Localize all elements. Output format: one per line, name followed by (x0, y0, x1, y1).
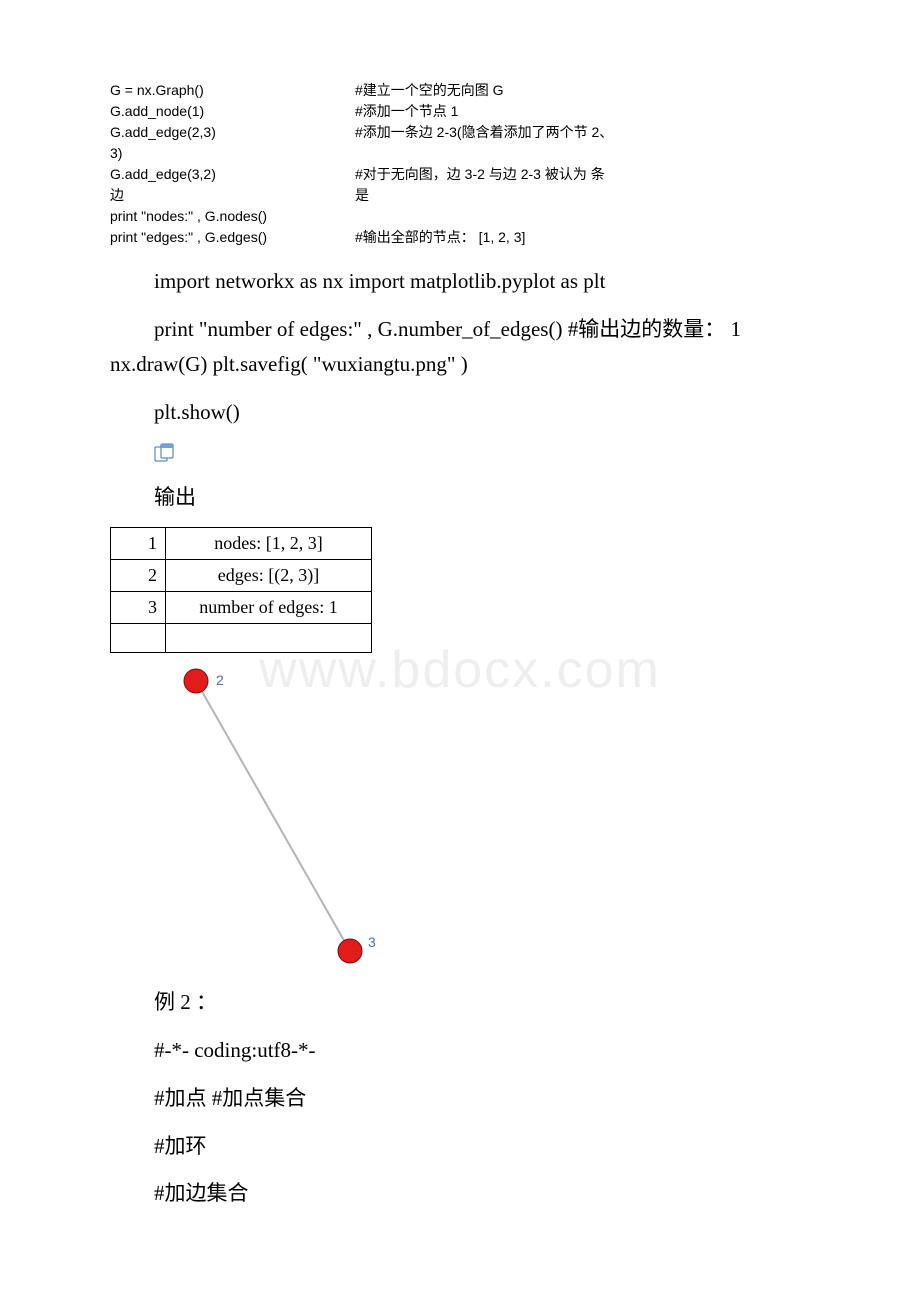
graph-node-3 (338, 939, 362, 963)
code-comment: #对于无向图，边 3-2 与边 2-3 被认为 条 (355, 164, 810, 185)
code-line: #-*- coding:utf8-*- (110, 1033, 810, 1069)
row-value: nodes: [1, 2, 3] (166, 528, 372, 560)
paragraph-import: import networkx as nx import matplotlib.… (110, 264, 810, 300)
graph-node-3-label: 3 (368, 934, 376, 950)
code-left: print "nodes:" , G.nodes() (110, 206, 355, 227)
code-line: #加点 #加点集合 (110, 1081, 810, 1117)
code-comment: #建立一个空的无向图 G (355, 80, 810, 101)
row-index: 3 (111, 592, 166, 624)
graph-node-2 (184, 669, 208, 693)
table-row: 2 edges: [(2, 3)] (111, 560, 372, 592)
row-value: number of edges: 1 (166, 592, 372, 624)
code-left: print "edges:" , G.edges() (110, 227, 355, 248)
code-left: G.add_edge(3,2) (110, 164, 355, 185)
code-comment: #输出全部的节点： [1, 2, 3] (355, 227, 810, 248)
empty-cell (166, 624, 372, 653)
copy-icon (154, 443, 176, 463)
example-label: 例 2 ： (110, 985, 810, 1021)
code-line: #加边集合 (110, 1176, 810, 1212)
table-row: 3 number of edges: 1 (111, 592, 372, 624)
code-block-top: G = nx.Graph()#建立一个空的无向图 G G.add_node(1)… (110, 80, 810, 248)
code-left: G.add_node(1) (110, 101, 355, 122)
code-left: 3) (110, 143, 355, 164)
code-line: #加环 (110, 1129, 810, 1165)
code-comment: #添加一条边 2-3(隐含着添加了两个节 2、 (355, 122, 810, 143)
output-label: 输出 (110, 480, 810, 516)
paragraph-pltshow: plt.show() (110, 395, 810, 431)
code-comment: 是 (355, 185, 810, 206)
code-left: 边 (110, 185, 355, 206)
code-comment: #添加一个节点 1 (355, 101, 810, 122)
row-index: 2 (111, 560, 166, 592)
graph-node-2-label: 2 (216, 672, 224, 688)
code-left: G.add_edge(2,3) (110, 122, 355, 143)
paragraph-print: print "number of edges:" , G.number_of_e… (110, 312, 810, 383)
code-left: G = nx.Graph() (110, 80, 355, 101)
network-graph: 2 3 (150, 663, 410, 973)
output-table: 1 nodes: [1, 2, 3] 2 edges: [(2, 3)] 3 n… (110, 527, 372, 653)
empty-cell (111, 624, 166, 653)
table-row-empty (111, 624, 372, 653)
row-value: edges: [(2, 3)] (166, 560, 372, 592)
row-index: 1 (111, 528, 166, 560)
table-row: 1 nodes: [1, 2, 3] (111, 528, 372, 560)
graph-edge (196, 681, 350, 951)
